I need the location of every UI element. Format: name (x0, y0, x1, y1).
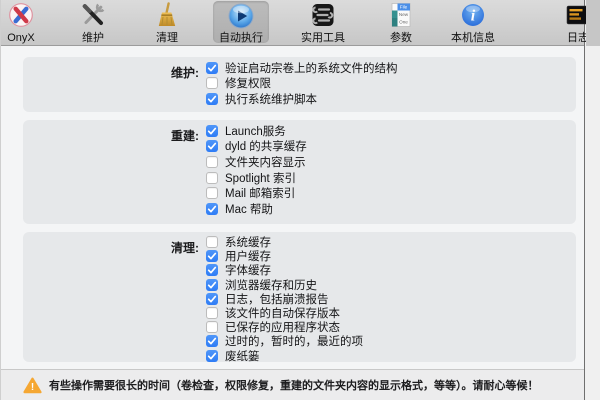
info-icon: i (433, 0, 513, 31)
checkbox-unchecked[interactable] (206, 172, 218, 184)
task-row: Mac 帮助 (206, 201, 568, 217)
section-label: 重建: (23, 127, 199, 144)
svg-text:One: One (399, 19, 408, 24)
checkbox-unchecked[interactable] (206, 156, 218, 168)
checkbox-unchecked[interactable] (206, 187, 218, 199)
toolbar: OnyX维护清理自动执行实用工具FileNewOne参数i本机信息日志 (1, 0, 584, 46)
checkbox-checked[interactable] (206, 140, 218, 152)
cleaning-broom-icon (127, 0, 207, 31)
checkbox-checked[interactable] (206, 93, 218, 105)
checkbox-unchecked[interactable] (206, 321, 218, 333)
checkbox-checked[interactable] (206, 62, 218, 74)
task-row: 该文件的自动保存版本 (206, 306, 568, 320)
checkbox-checked[interactable] (206, 203, 218, 215)
task-row: 修复权限 (206, 76, 568, 92)
toolbar-item-label: 清理 (127, 32, 207, 44)
toolbar-item-onyx-app[interactable]: OnyX (0, 0, 61, 44)
toolbar-item-info[interactable]: i 本机信息 (433, 0, 513, 44)
warning-text: 有些操作需要很长的时间（卷检查，权限修复，重建的文件夹内容的显示格式，等等）。请… (49, 377, 539, 393)
svg-text:File: File (400, 5, 408, 10)
toolbar-item-label: 实用工具 (283, 32, 363, 44)
toolbar-item-label: OnyX (0, 32, 61, 44)
checkbox-unchecked[interactable] (206, 77, 218, 89)
automation-play-icon (201, 0, 281, 31)
task-label: 文件夹内容显示 (225, 154, 306, 170)
svg-text:!: ! (31, 382, 34, 393)
maintenance-tools-icon (53, 0, 133, 31)
toolbar-item-parameters-menu[interactable]: File New One 参数 (361, 0, 441, 44)
toolbar-item-maintenance-tools[interactable]: 维护 (53, 0, 133, 44)
toolbar-item-label: 自动执行 (201, 32, 281, 44)
toolbar-item-cleaning-broom[interactable]: 清理 (127, 0, 207, 44)
task-label: 废纸篓 (225, 348, 260, 364)
section-label: 维护: (23, 64, 199, 81)
task-row: 字体缓存 (206, 263, 568, 277)
task-row: 系统缓存 (206, 235, 568, 249)
svg-text:i: i (471, 8, 476, 25)
utilities-wrenches-icon (283, 0, 363, 31)
task-label: 执行系统维护脚本 (225, 91, 317, 107)
onyx-window: OnyX维护清理自动执行实用工具FileNewOne参数i本机信息日志 维护:验… (0, 0, 585, 400)
checkbox-unchecked[interactable] (206, 307, 218, 319)
task-label: 验证启动宗卷上的系统文件的结构 (225, 60, 398, 76)
checkbox-unchecked[interactable] (206, 236, 218, 248)
checkbox-checked[interactable] (206, 350, 218, 362)
task-row: dyld 的共享缓存 (206, 139, 568, 155)
task-row: 废纸篓 (206, 349, 568, 363)
task-label: Launch服务 (225, 123, 286, 139)
checkbox-checked[interactable] (206, 335, 218, 347)
task-row: 过时的，暂时的，最近的项 (206, 334, 568, 348)
task-row: 已保存的应用程序状态 (206, 320, 568, 334)
task-row: 文件夹内容显示 (206, 154, 568, 170)
toolbar-item-label: 维护 (53, 32, 133, 44)
toolbar-item-automation-play[interactable]: 自动执行 (201, 0, 281, 44)
task-row: Spotlight 索引 (206, 170, 568, 186)
parameters-menu-icon: File New One (361, 0, 441, 31)
checkbox-checked[interactable] (206, 264, 218, 276)
task-row: 验证启动宗卷上的系统文件的结构 (206, 60, 568, 76)
checkbox-checked[interactable] (206, 125, 218, 137)
checkbox-checked[interactable] (206, 250, 218, 262)
task-label: Mac 帮助 (225, 201, 273, 217)
checkbox-checked[interactable] (206, 279, 218, 291)
desktop-background (586, 0, 600, 400)
section-cleaning: 清理: 系统缓存用户缓存字体缓存浏览器缓存和历史日志，包括崩溃报告该文件的自动保存… (23, 232, 576, 362)
toolbar-item-label: 本机信息 (433, 32, 513, 44)
task-row: Mail 邮箱索引 (206, 185, 568, 201)
task-label: Spotlight 索引 (225, 170, 296, 186)
section-maintenance: 维护: 验证启动宗卷上的系统文件的结构修复权限执行系统维护脚本 (23, 57, 576, 112)
warning-bar: ! 有些操作需要很长的时间（卷检查，权限修复，重建的文件夹内容的显示格式，等等）… (1, 369, 584, 400)
task-row: 执行系统维护脚本 (206, 91, 568, 107)
task-label: Mail 邮箱索引 (225, 185, 295, 201)
content-area: 维护: 验证启动宗卷上的系统文件的结构修复权限执行系统维护脚本重建: Launch服… (1, 46, 584, 368)
task-row: 用户缓存 (206, 249, 568, 263)
checkbox-checked[interactable] (206, 293, 218, 305)
task-row: Launch服务 (206, 123, 568, 139)
task-label: dyld 的共享缓存 (225, 138, 307, 154)
task-row: 日志，包括崩溃报告 (206, 292, 568, 306)
task-row: 浏览器缓存和历史 (206, 278, 568, 292)
task-label: 修复权限 (225, 75, 271, 91)
svg-text:New: New (399, 12, 409, 17)
section-label: 清理: (23, 239, 199, 256)
section-rebuild: 重建: Launch服务dyld 的共享缓存文件夹内容显示Spotlight 索引… (23, 120, 576, 224)
warning-triangle-icon: ! (23, 377, 42, 394)
toolbar-item-utilities-wrenches[interactable]: 实用工具 (283, 0, 363, 44)
toolbar-item-label: 参数 (361, 32, 441, 44)
onyx-app-icon (0, 0, 61, 31)
